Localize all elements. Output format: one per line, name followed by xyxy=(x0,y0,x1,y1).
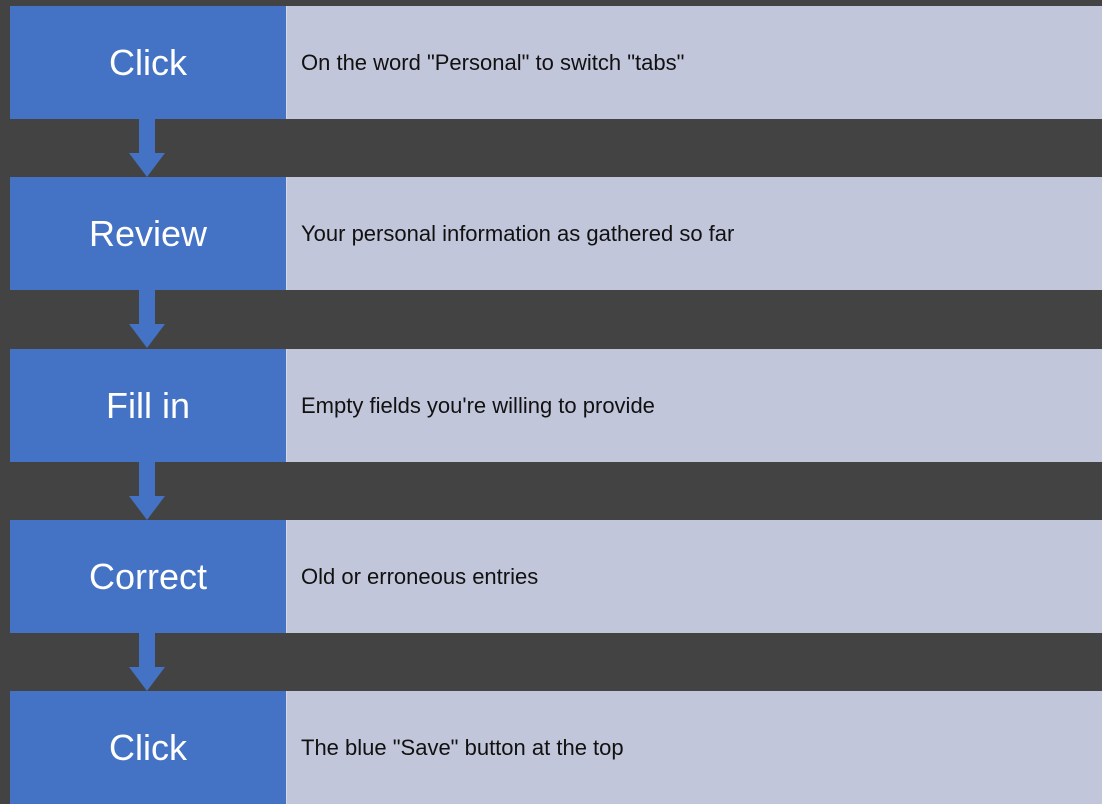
step-action: Click xyxy=(10,691,286,804)
step-3: Fill in Empty fields you're willing to p… xyxy=(10,349,1102,462)
step-description: Old or erroneous entries xyxy=(286,520,1102,633)
step-action: Click xyxy=(10,6,286,119)
step-description: Your personal information as gathered so… xyxy=(286,177,1102,290)
step-1: Click On the word "Personal" to switch "… xyxy=(10,6,1102,119)
step-5: Click The blue "Save" button at the top xyxy=(10,691,1102,804)
down-arrow-icon xyxy=(129,119,165,177)
step-description: On the word "Personal" to switch "tabs" xyxy=(286,6,1102,119)
down-arrow-icon xyxy=(129,290,165,348)
step-2: Review Your personal information as gath… xyxy=(10,177,1102,290)
step-description: Empty fields you're willing to provide xyxy=(286,349,1102,462)
step-action: Correct xyxy=(10,520,286,633)
down-arrow-icon xyxy=(129,633,165,691)
step-description: The blue "Save" button at the top xyxy=(286,691,1102,804)
process-flow: Click On the word "Personal" to switch "… xyxy=(0,0,1102,804)
step-action: Review xyxy=(10,177,286,290)
step-4: Correct Old or erroneous entries xyxy=(10,520,1102,633)
step-action: Fill in xyxy=(10,349,286,462)
down-arrow-icon xyxy=(129,462,165,520)
